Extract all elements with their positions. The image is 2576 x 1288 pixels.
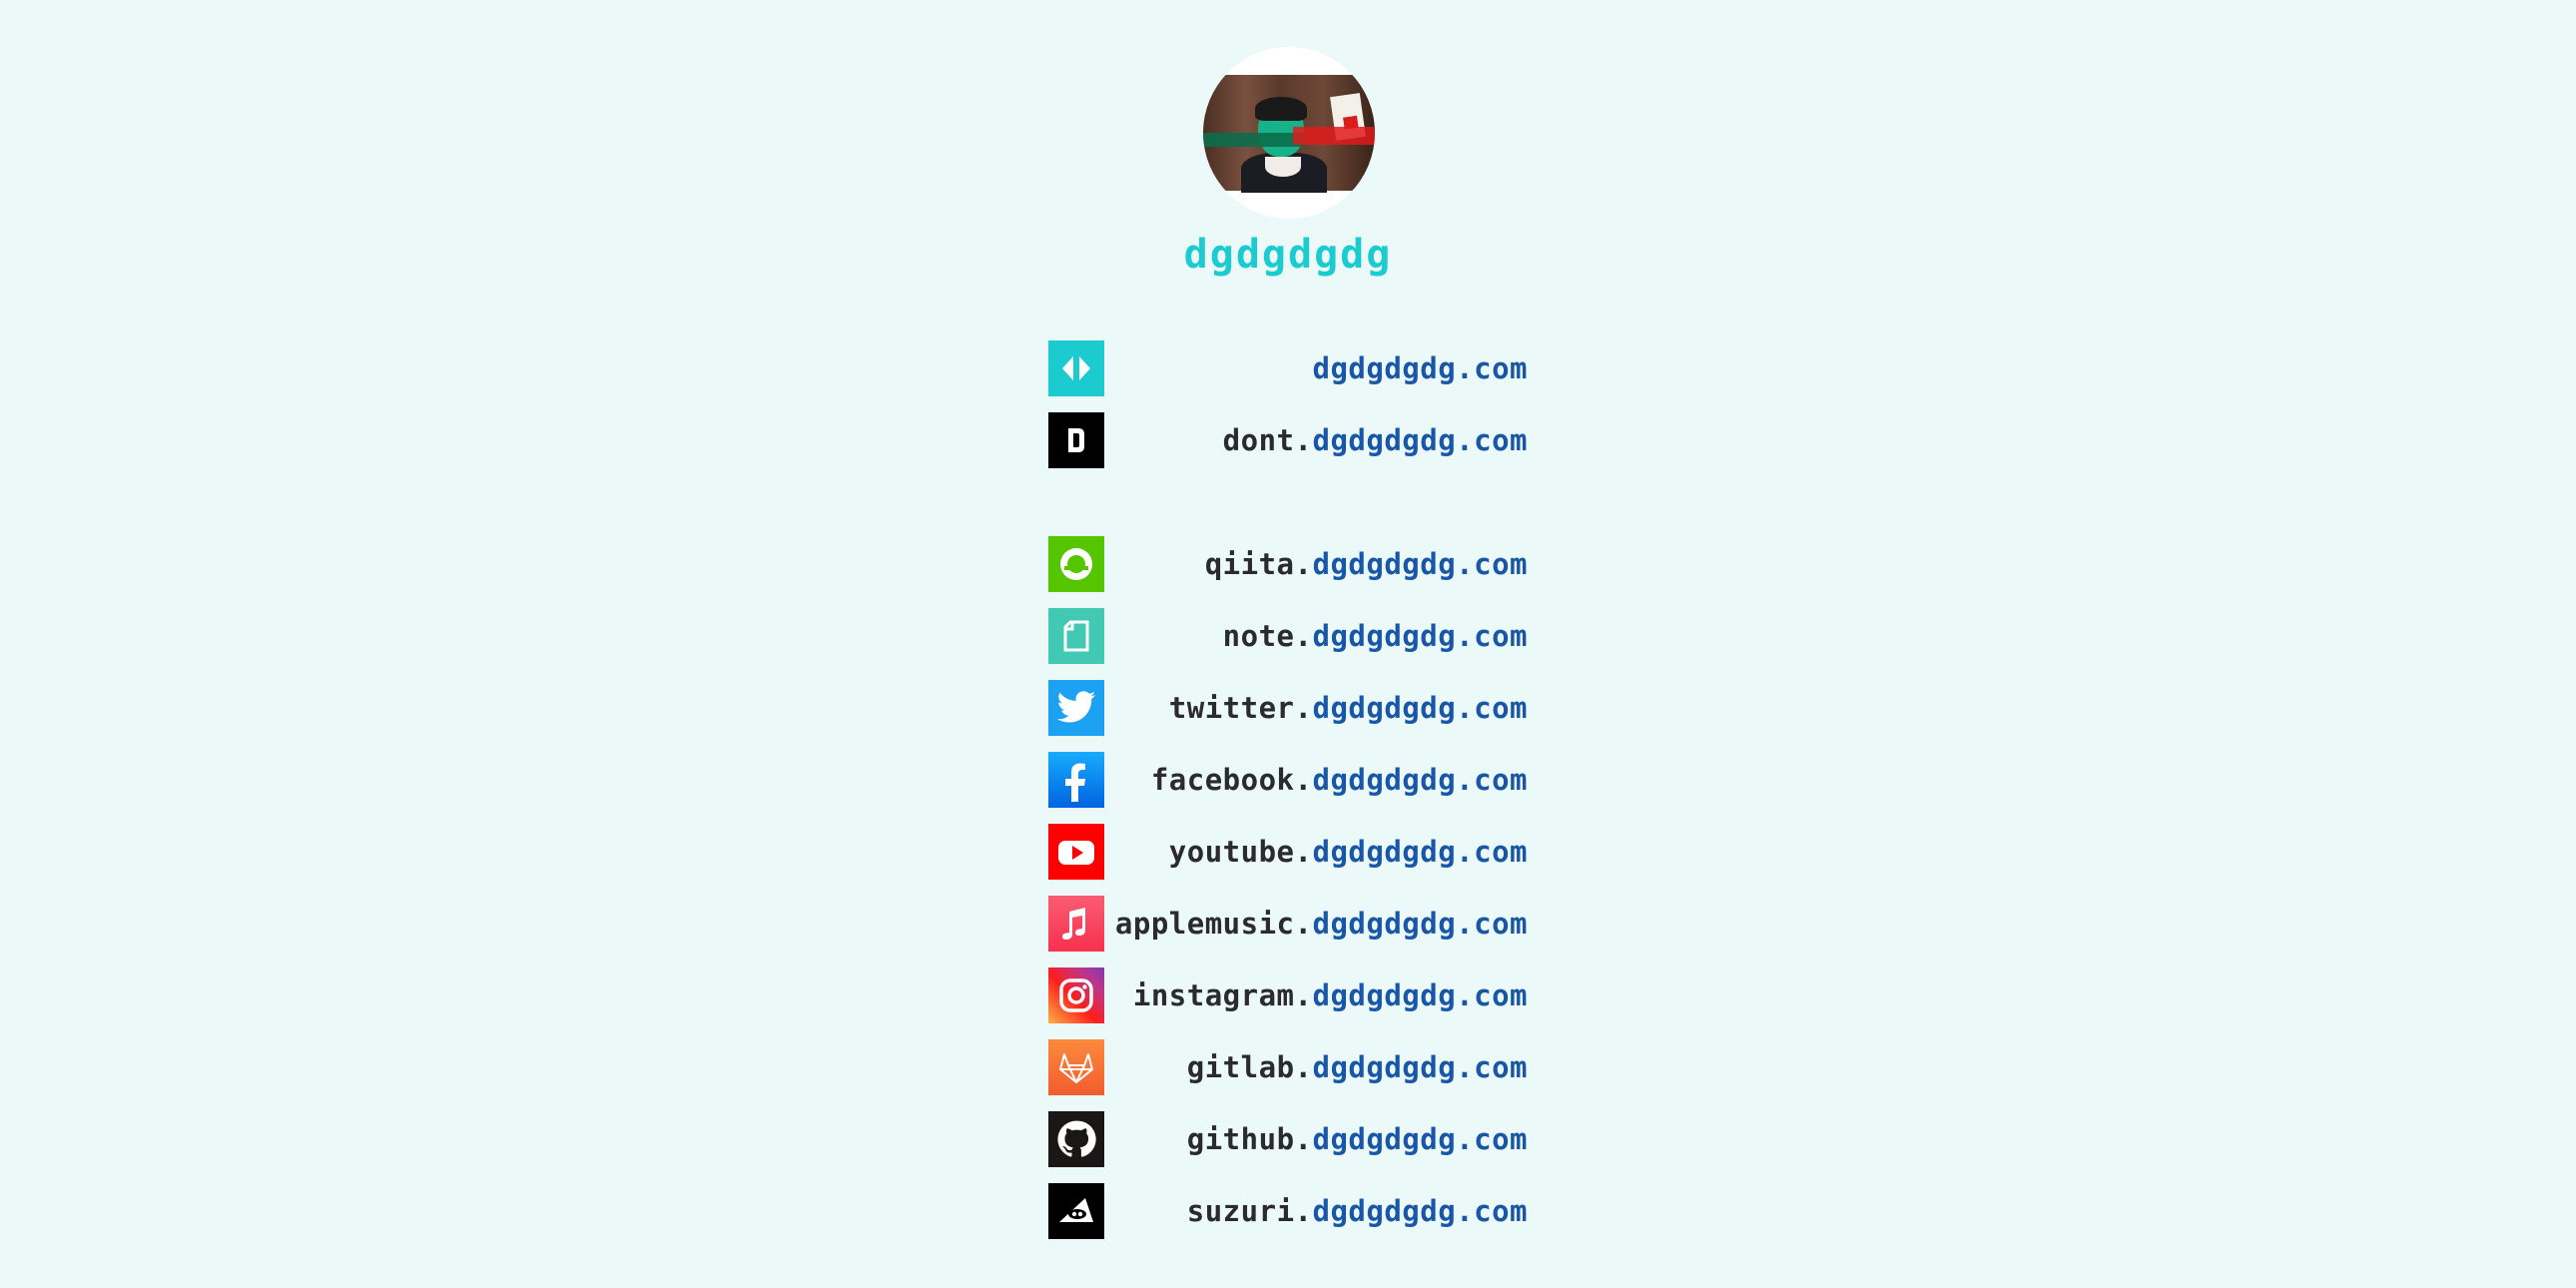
- link-label: github.dgdgdgdg.com: [1186, 1122, 1528, 1156]
- link-label: suzuri.dgdgdgdg.com: [1186, 1194, 1528, 1228]
- link-label: dont.dgdgdgdg.com: [1222, 423, 1528, 457]
- link-instagram[interactable]: instagram.dgdgdgdg.com: [1048, 967, 1528, 1023]
- link-gitlab[interactable]: gitlab.dgdgdgdg.com: [1048, 1039, 1528, 1095]
- link-label: twitter.dgdgdgdg.com: [1168, 691, 1528, 725]
- link-facebook[interactable]: facebook.dgdgdgdg.com: [1048, 752, 1528, 808]
- link-label: instagram.dgdgdgdg.com: [1132, 978, 1528, 1012]
- link-dgdgdgdg[interactable]: dgdgdgdg.com: [1048, 340, 1528, 396]
- link-label: note.dgdgdgdg.com: [1222, 619, 1528, 653]
- dgdgdgdg-logo-icon: [1048, 340, 1104, 396]
- dont-logo-icon: [1048, 412, 1104, 468]
- link-label: qiita.dgdgdgdg.com: [1204, 547, 1528, 581]
- qiita-icon: [1048, 536, 1104, 592]
- avatar-photo: [1203, 75, 1375, 193]
- youtube-icon: [1048, 824, 1104, 880]
- link-github[interactable]: github.dgdgdgdg.com: [1048, 1111, 1528, 1167]
- link-suzuri[interactable]: suzuri.dgdgdgdg.com: [1048, 1183, 1528, 1239]
- link-note[interactable]: note.dgdgdgdg.com: [1048, 608, 1528, 664]
- apple-music-icon: [1048, 896, 1104, 952]
- link-label: facebook.dgdgdgdg.com: [1150, 763, 1528, 797]
- link-label: applemusic.dgdgdgdg.com: [1114, 907, 1528, 941]
- link-label: youtube.dgdgdgdg.com: [1168, 835, 1528, 869]
- suzuri-icon: [1048, 1183, 1104, 1239]
- link-label: gitlab.dgdgdgdg.com: [1186, 1050, 1528, 1084]
- avatar: [1203, 47, 1375, 219]
- link-youtube[interactable]: youtube.dgdgdgdg.com: [1048, 824, 1528, 880]
- instagram-icon: [1048, 967, 1104, 1023]
- twitter-icon: [1048, 680, 1104, 736]
- github-icon: [1048, 1111, 1104, 1167]
- link-label: dgdgdgdg.com: [1312, 351, 1528, 385]
- link-applemusic[interactable]: applemusic.dgdgdgdg.com: [1048, 896, 1528, 952]
- link-dont[interactable]: dont.dgdgdgdg.com: [1048, 412, 1528, 468]
- note-icon: [1048, 608, 1104, 664]
- gitlab-icon: [1048, 1039, 1104, 1095]
- link-qiita[interactable]: qiita.dgdgdgdg.com: [1048, 536, 1528, 592]
- site-title: dgdgdgdg: [1183, 232, 1393, 278]
- page: dgdgdgdg dgdgdgdg.com dont.dgdgdgdg.com: [0, 0, 2576, 1288]
- facebook-icon: [1048, 752, 1104, 808]
- link-twitter[interactable]: twitter.dgdgdgdg.com: [1048, 680, 1528, 736]
